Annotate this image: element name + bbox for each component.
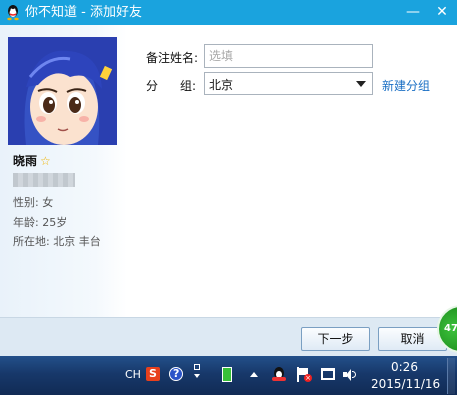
- close-button[interactable]: ✕: [429, 1, 455, 23]
- clock-date[interactable]: 2015/11/16: [371, 377, 440, 391]
- sogou-ime-icon[interactable]: S: [146, 367, 160, 381]
- location-text: 所在地: 北京 丰台: [13, 235, 101, 248]
- remark-label: 备注姓名:: [146, 51, 199, 65]
- minimize-button[interactable]: —: [400, 1, 426, 23]
- age-text: 年龄: 25岁: [13, 216, 68, 229]
- qq-tray-icon[interactable]: [271, 367, 287, 382]
- avatar-image: [8, 37, 117, 145]
- group-select-value: 北京: [209, 78, 234, 92]
- dialog-footer: 下一步 取消: [0, 317, 457, 356]
- show-desktop-button[interactable]: [447, 358, 455, 394]
- new-group-link[interactable]: 新建分组: [382, 77, 430, 94]
- group-select[interactable]: 北京: [204, 72, 373, 95]
- volume-icon[interactable]: [343, 368, 357, 381]
- masked-account-number: [13, 173, 75, 187]
- language-indicator[interactable]: CH: [125, 368, 141, 381]
- next-button[interactable]: 下一步: [301, 327, 370, 351]
- help-icon[interactable]: ?: [169, 367, 183, 381]
- gender-text: 性别: 女: [13, 196, 54, 209]
- sogou-ime-glyph: S: [149, 367, 157, 380]
- help-glyph: ?: [173, 367, 180, 380]
- network-icon[interactable]: [321, 368, 335, 380]
- action-center-flag-icon[interactable]: ×: [296, 367, 312, 382]
- group-label-1: 分: [146, 79, 159, 93]
- nickname-row: 晓雨 ☆: [13, 152, 51, 168]
- clock-time[interactable]: 0:26: [391, 360, 418, 374]
- nickname: 晓雨: [13, 154, 38, 168]
- ime-settings-icon[interactable]: [193, 364, 201, 384]
- qq-logo-icon: [7, 5, 19, 21]
- show-hidden-icons-icon[interactable]: [250, 372, 258, 377]
- dropdown-arrow-icon: [356, 81, 366, 87]
- battery-icon[interactable]: [222, 367, 232, 382]
- remark-input[interactable]: [204, 44, 373, 68]
- avatar: [8, 37, 117, 145]
- window-title: 你不知道 - 添加好友: [25, 5, 142, 20]
- star-icon: ☆: [40, 154, 51, 168]
- title-bar: 你不知道 - 添加好友 — ✕: [0, 0, 457, 25]
- group-label-2: 组:: [180, 79, 197, 93]
